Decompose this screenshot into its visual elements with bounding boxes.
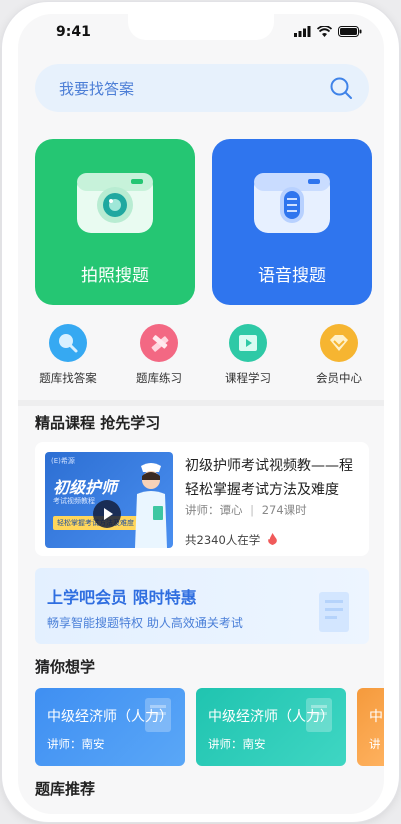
course-card[interactable]: (E)希源 初级护师 考试视频教程 轻松掌握考试方法及难度 初级护师考试视频教—… xyxy=(35,442,369,556)
guess-card-teacher: 讲师：南安 xyxy=(47,737,105,751)
shortcut-question-answers[interactable]: 题库找答案 xyxy=(28,324,108,386)
shortcut-question-practice[interactable]: 题库练习 xyxy=(119,324,199,386)
member-subtitle: 畅享智能搜题特权 助人高效通关考试 xyxy=(47,616,243,630)
voice-search-label: 语音搜题 xyxy=(258,266,326,286)
thumb-brand: (E)希源 xyxy=(51,457,75,465)
section-divider xyxy=(18,400,384,406)
shortcut-label: 题库找答案 xyxy=(39,371,97,385)
guess-card[interactable]: 中级经济师（人力） 讲师：南安 xyxy=(35,688,185,766)
microphone-icon xyxy=(254,173,330,233)
shortcut-course-study[interactable]: 课程学习 xyxy=(208,324,288,386)
search-placeholder: 我要找答案 xyxy=(59,80,135,98)
thumb-title: 初级护师 xyxy=(53,478,118,497)
guess-card-title: 中级经济师（人力） xyxy=(47,709,173,725)
course-thumbnail[interactable]: (E)希源 初级护师 考试视频教程 轻松掌握考试方法及难度 xyxy=(45,452,173,548)
video-play-icon xyxy=(229,324,267,362)
fire-icon xyxy=(268,533,277,545)
photo-search-label: 拍照搜题 xyxy=(81,266,149,286)
course-teacher: 讲师：谭心 xyxy=(185,503,243,517)
pencil-ruler-icon xyxy=(140,324,178,362)
search-icon[interactable] xyxy=(329,76,353,100)
play-icon[interactable] xyxy=(93,500,121,528)
guess-card-teacher: 讲师：南安 xyxy=(208,737,266,751)
status-time: 9:41 xyxy=(56,24,91,40)
featured-courses-title: 精品课程 抢先学习 xyxy=(35,414,161,432)
course-hours: 274课时 xyxy=(261,503,307,517)
phone-frame: 9:41 我要找答案 拍照搜题 语音搜题 题库找答案 题库练习 课程学习 会员中… xyxy=(2,2,399,822)
battery-icon xyxy=(338,26,362,37)
diamond-icon xyxy=(320,324,358,362)
guess-card[interactable]: 中级经济师（人力） 讲师：南安 xyxy=(196,688,346,766)
guess-card-teacher: 讲 xyxy=(369,737,381,751)
thumb-subtitle: 考试视频教程 xyxy=(53,497,95,505)
guess-title: 猜你想学 xyxy=(35,658,96,676)
guess-card[interactable]: 中 讲 xyxy=(357,688,384,766)
notch xyxy=(128,14,274,40)
question-bank-title: 题库推荐 xyxy=(35,780,96,798)
course-title[interactable]: 初级护师考试视频教——程轻松掌握考试方法及难度 xyxy=(185,454,361,502)
photo-search-card[interactable]: 拍照搜题 xyxy=(35,139,195,305)
shortcut-member-center[interactable]: 会员中心 xyxy=(299,324,379,386)
shortcut-row: 题库找答案 题库练习 课程学习 会员中心 xyxy=(18,324,384,386)
guess-card-title: 中 xyxy=(369,709,383,725)
course-learners: 共2340人在学 xyxy=(185,532,278,548)
nurse-illustration xyxy=(135,463,167,548)
search-bar[interactable]: 我要找答案 xyxy=(35,64,369,112)
search-icon xyxy=(49,324,87,362)
guess-card-title: 中级经济师（人力） xyxy=(208,709,334,725)
shortcut-label: 课程学习 xyxy=(225,371,271,385)
shortcut-label: 会员中心 xyxy=(316,371,362,385)
course-meta: 讲师：谭心 | 274课时 xyxy=(185,502,307,518)
member-title: 上学吧会员 限时特惠 xyxy=(47,588,197,607)
member-banner[interactable]: 上学吧会员 限时特惠 畅享智能搜题特权 助人高效通关考试 xyxy=(35,568,369,644)
document-icon xyxy=(319,592,349,632)
signal-icon xyxy=(294,26,311,37)
shortcut-label: 题库练习 xyxy=(136,371,182,385)
status-bar: 9:41 xyxy=(18,14,384,54)
meta-separator: | xyxy=(250,503,255,517)
learners-count: 共2340人在学 xyxy=(185,533,261,547)
camera-icon xyxy=(77,173,153,233)
app-screen: 9:41 我要找答案 拍照搜题 语音搜题 题库找答案 题库练习 课程学习 会员中… xyxy=(18,14,384,814)
wifi-icon xyxy=(317,26,332,37)
status-icons xyxy=(294,26,362,37)
voice-search-card[interactable]: 语音搜题 xyxy=(212,139,372,305)
